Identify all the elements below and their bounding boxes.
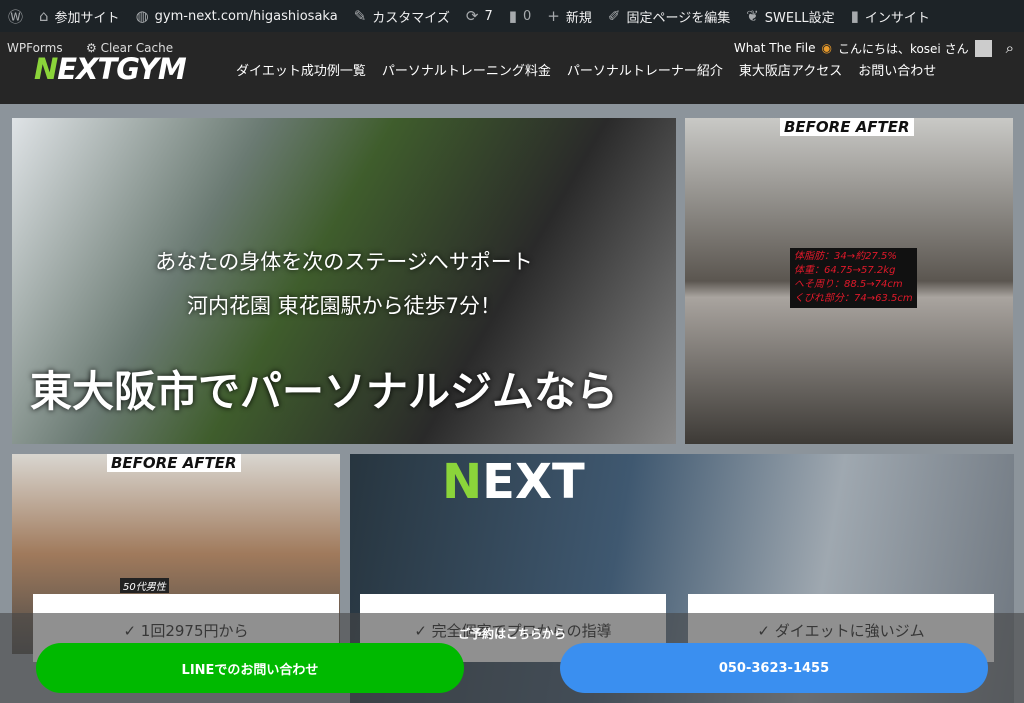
what-the-file-link[interactable]: What The File xyxy=(734,41,816,55)
logo-text: EXTGYM xyxy=(57,52,186,86)
user-area: What The File ◉ こんにちは、kosei さん ⌕ xyxy=(734,39,1014,57)
label: インサイト xyxy=(864,10,930,26)
comment-icon: ▮ xyxy=(508,7,518,25)
nav-item[interactable]: パーソナルトレーニング料金 xyxy=(382,60,551,79)
before-after-label: BEFORE AFTER xyxy=(107,454,241,472)
avatar[interactable] xyxy=(974,39,992,57)
wordpress-icon: Ⓦ xyxy=(8,7,24,26)
label: 参加サイト xyxy=(54,10,120,26)
hero-image: あなたの身体を次のステージへサポート 河内花園 東花園駅から徒歩7分！ 東大阪市… xyxy=(12,118,676,444)
adminbar-sites[interactable]: ⌂ 参加サイト xyxy=(39,7,120,26)
stats-box: 体脂肪：34→約27.5% 体重：64.75→57.2kg へそ周り：88.5→… xyxy=(790,248,917,308)
adminbar-updates[interactable]: ⟳ 7 xyxy=(466,7,493,25)
adminbar-new[interactable]: + 新規 xyxy=(547,7,592,26)
label: SWELL設定 xyxy=(764,10,835,26)
label: 新規 xyxy=(565,10,592,26)
sites-icon: ⌂ xyxy=(39,7,49,25)
adminbar-edit-page[interactable]: ✐ 固定ページを編集 xyxy=(608,7,730,26)
site-header: WPForms ⚙ Clear Cache NEXTGYM ダイエット成功例一覧… xyxy=(0,32,1024,104)
main-nav: ダイエット成功例一覧 パーソナルトレーニング料金 パーソナルトレーナー紹介 東大… xyxy=(236,60,936,79)
greeting[interactable]: こんにちは、kosei さん xyxy=(838,40,969,57)
before-after-label: BEFORE AFTER xyxy=(780,118,914,136)
stat: 体脂肪：34→約27.5% xyxy=(794,251,897,262)
line-contact-button[interactable]: LINEでのお問い合わせ xyxy=(36,643,464,693)
adminbar-wordpress[interactable]: Ⓦ xyxy=(8,6,23,27)
brush-icon: ✎ xyxy=(353,7,367,25)
edit-icon: ✐ xyxy=(607,7,621,25)
male-caption: 50代男性 xyxy=(120,578,169,593)
logo-accent: N xyxy=(34,52,58,86)
nav-item[interactable]: 東大阪店アクセス xyxy=(739,60,842,79)
label: 7 xyxy=(484,8,493,24)
site-logo[interactable]: NEXTGYM xyxy=(34,52,187,86)
chart-icon: ▮ xyxy=(850,7,859,25)
label: 固定ページを編集 xyxy=(626,10,731,26)
next-banner: NEXT xyxy=(442,454,585,510)
hero-title: 東大阪市でパーソナルジムなら xyxy=(29,367,618,416)
label: カスタマイズ xyxy=(372,10,450,26)
label: gym-next.com/higashiosaka xyxy=(154,8,338,24)
swell-icon: ❦ xyxy=(746,7,759,25)
stat: くびれ部分：74→63.5cm xyxy=(794,293,913,304)
plus-icon: + xyxy=(547,7,560,25)
adminbar-swell[interactable]: ❦ SWELL設定 xyxy=(746,7,834,26)
adminbar-insight[interactable]: ▮ インサイト xyxy=(851,7,930,26)
hero-line1: あなたの身体を次のステージへサポート xyxy=(155,250,533,274)
label: 0 xyxy=(523,8,532,24)
phone-button[interactable]: 050-3623-1455 xyxy=(560,643,988,693)
reservation-bar: ご予約はこちらから LINEでのお問い合わせ 050-3623-1455 xyxy=(0,613,1024,703)
adminbar-site-url[interactable]: ◍ gym-next.com/higashiosaka xyxy=(136,7,338,25)
nav-item[interactable]: お問い合わせ xyxy=(858,60,936,79)
adminbar-comments[interactable]: ▮ 0 xyxy=(509,7,532,25)
nav-item[interactable]: ダイエット成功例一覧 xyxy=(236,60,366,79)
search-icon[interactable]: ⌕ xyxy=(1006,39,1014,57)
next-accent: N xyxy=(442,454,483,510)
stat: 体重：64.75→57.2kg xyxy=(794,265,896,276)
hero-line2: 河内花園 東花園駅から徒歩7分！ xyxy=(186,294,502,318)
dashboard-icon: ◍ xyxy=(135,7,149,25)
admin-bar: Ⓦ ⌂ 参加サイト ◍ gym-next.com/higashiosaka ✎ カスタ… xyxy=(0,0,1024,32)
reservation-title: ご予約はこちらから xyxy=(457,627,566,641)
nav-item[interactable]: パーソナルトレーナー紹介 xyxy=(567,60,723,79)
what-the-file-icon: ◉ xyxy=(821,41,832,55)
stat: へそ周り：88.5→74cm xyxy=(794,279,903,290)
adminbar-customize[interactable]: ✎ カスタマイズ xyxy=(354,7,450,26)
update-icon: ⟳ xyxy=(465,7,479,25)
before-after-female-image: BEFORE AFTER 体脂肪：34→約27.5% 体重：64.75→57.2… xyxy=(685,118,1013,444)
next-text: EXT xyxy=(482,454,585,510)
